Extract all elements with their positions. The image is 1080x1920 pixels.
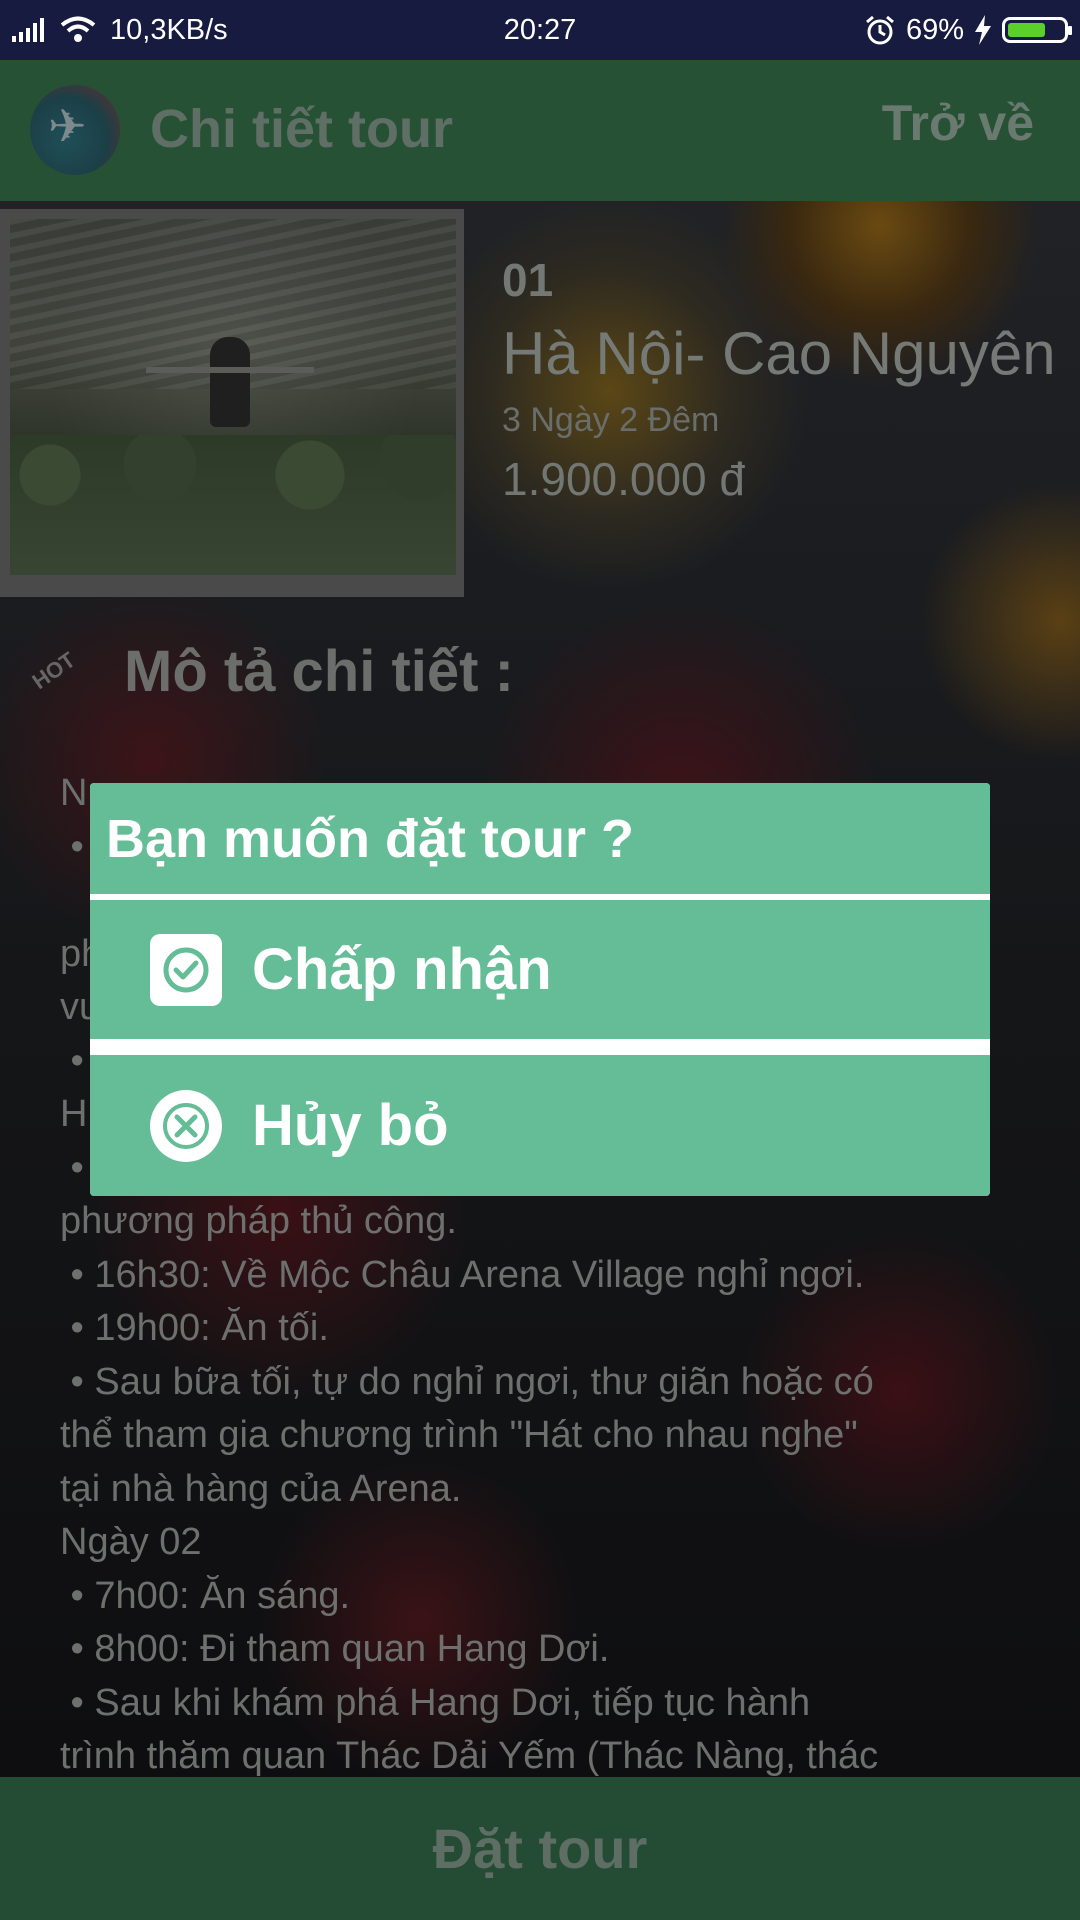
close-icon [150, 1089, 222, 1162]
page-title: Chi tiết tour [150, 99, 453, 159]
signal-icon [12, 18, 44, 42]
network-speed: 10,3KB/s [110, 13, 228, 46]
tour-image [0, 209, 464, 597]
alarm-icon [865, 15, 894, 45]
dialog-title: Bạn muốn đặt tour ? [106, 808, 634, 869]
hot-tag-icon: HOT [27, 647, 80, 695]
book-tour-button[interactable]: Đặt tour [0, 1777, 1080, 1920]
description-line: trình thăm quan Thác Dải Yếm (Thác Nàng,… [60, 1735, 879, 1777]
description-line: tại nhà hàng của Arena. [60, 1467, 462, 1510]
check-icon [150, 933, 222, 1006]
description-title: Mô tả chi tiết : [124, 638, 514, 704]
confirm-dialog: Bạn muốn đặt tour ? Chấp nhận Hủy bỏ [90, 783, 990, 1196]
airplane-icon: ✈ [48, 100, 87, 152]
accept-option[interactable]: Chấp nhận [90, 900, 990, 1039]
description-line: • 8h00: Đi tham quan Hang Dơi. [60, 1628, 610, 1670]
person-figure [146, 337, 314, 427]
accept-label: Chấp nhận [252, 937, 552, 1002]
tour-duration: 3 Ngày 2 Đêm [502, 401, 720, 439]
wifi-icon [60, 16, 96, 42]
tour-info: 01 Hà Nội- Cao Nguyên 3 Ngày 2 Đêm 1.900… [502, 253, 1062, 506]
clock: 20:27 [503, 13, 577, 46]
tour-name: Hà Nội- Cao Nguyên [502, 320, 1056, 387]
battery-percent: 69% [905, 13, 964, 46]
description-line: thể tham gia chương trình "Hát cho nhau … [60, 1414, 858, 1456]
tour-photo [10, 219, 456, 575]
description-line: • 16h30: Về Mộc Châu Arena Village nghỉ … [60, 1253, 865, 1296]
description-line: • 19h00: Ăn tối. [60, 1307, 329, 1349]
description-header: HOT Mô tả chi tiết : [28, 631, 514, 711]
back-button[interactable]: Trở về [882, 94, 1034, 152]
description-line: • 7h00: Ăn sáng. [60, 1574, 351, 1617]
description-line: Ngày 02 [60, 1521, 202, 1563]
cancel-option[interactable]: Hủy bỏ [90, 1055, 990, 1196]
charging-icon [975, 15, 991, 45]
app-logo: ✈ [30, 85, 120, 175]
dialog-header: Bạn muốn đặt tour ? [90, 783, 990, 894]
status-bar: 10,3KB/s 20:27 69% [0, 0, 1080, 60]
book-tour-label: Đặt tour [432, 1817, 648, 1880]
tour-id: 01 [502, 254, 554, 306]
app-bar: ✈ Chi tiết tour Trở về [0, 60, 1080, 201]
description-line: • Sau bữa tối, tự do nghỉ ngơi, thư giãn… [60, 1360, 874, 1403]
description-line: • Sau khi khám phá Hang Dơi, tiếp tục hà… [60, 1681, 811, 1724]
battery-icon [1002, 17, 1072, 43]
description-line: phương pháp thủ công. [60, 1200, 457, 1242]
tour-price: 1.900.000 đ [502, 453, 746, 505]
cancel-label: Hủy bỏ [252, 1093, 449, 1158]
